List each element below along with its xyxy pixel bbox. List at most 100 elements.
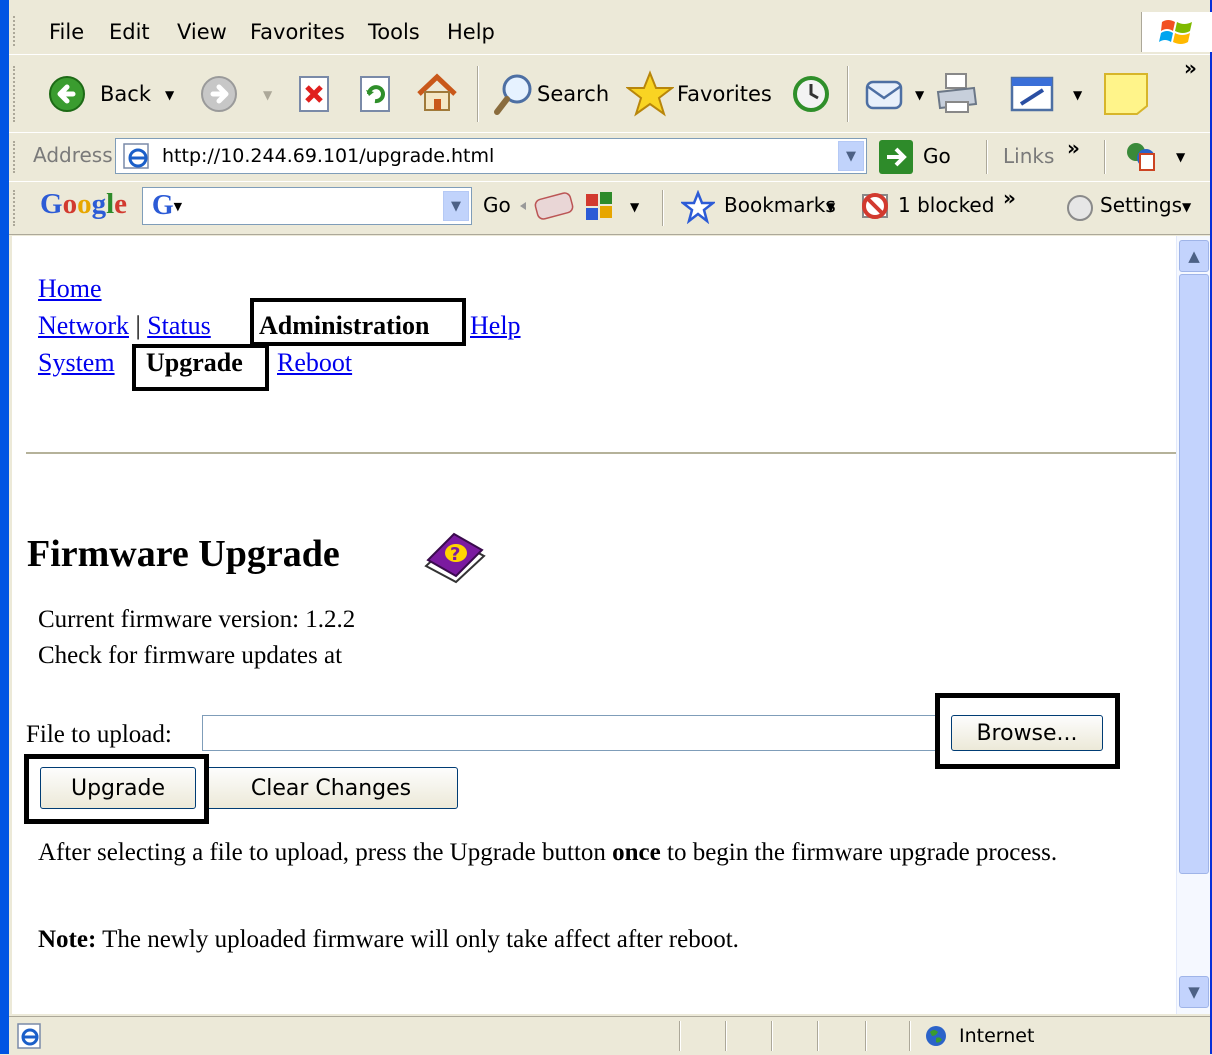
nav-link-system[interactable]: System [38, 348, 115, 378]
search-icon[interactable] [493, 72, 537, 116]
links-overflow-chevron[interactable]: » [1067, 136, 1080, 160]
nav-link-help[interactable]: Help [470, 311, 521, 341]
bookmarks-dropdown-icon[interactable]: ▼ [826, 200, 835, 214]
google-go-label[interactable]: Go [483, 193, 511, 217]
svg-text:?: ? [450, 544, 460, 565]
windows-logo-icon [1141, 12, 1212, 52]
status-pane [725, 1021, 727, 1051]
help-book-icon[interactable]: ? [422, 526, 488, 584]
google-news-icon[interactable] [580, 188, 620, 224]
clear-changes-button[interactable]: Clear Changes [204, 767, 458, 809]
edit-icon[interactable] [1009, 74, 1059, 114]
back-dropdown-icon[interactable]: ▼ [165, 88, 174, 102]
page-content: Home Network | Status Administration Hel… [12, 236, 1176, 1014]
vertical-scrollbar[interactable]: ▲ ▼ [1176, 236, 1210, 1014]
security-zone-label: Internet [959, 1025, 1035, 1047]
toolbar-grip[interactable] [13, 190, 18, 226]
history-icon[interactable] [789, 74, 831, 114]
search-button-label[interactable]: Search [537, 82, 609, 106]
google-history-dropdown-icon[interactable]: ▼ [443, 191, 469, 221]
menu-tools[interactable]: Tools [368, 20, 420, 44]
status-pane [679, 1021, 681, 1051]
mail-icon[interactable] [864, 74, 910, 114]
blocked-count-label[interactable]: 1 blocked [898, 193, 994, 217]
main-nav: Network | Status [38, 311, 237, 341]
toolbar-separator [1104, 140, 1106, 174]
menu-favorites[interactable]: Favorites [250, 20, 345, 44]
ie-page-status-icon [15, 1021, 45, 1051]
address-field[interactable]: http://10.244.69.101/upgrade.html ▼ [115, 138, 867, 174]
menu-help[interactable]: Help [447, 20, 495, 44]
highlight-box-browse [935, 693, 1120, 769]
back-arrow-icon[interactable] [47, 74, 87, 114]
address-url-text[interactable]: http://10.244.69.101/upgrade.html [162, 145, 494, 167]
links-label[interactable]: Links [1003, 144, 1054, 168]
google-overflow-chevron[interactable]: » [1003, 186, 1016, 210]
toolbar-grip[interactable] [13, 66, 18, 122]
toolbar-grip[interactable] [13, 141, 18, 173]
back-button-label[interactable]: Back [100, 82, 151, 106]
menu-bar: File Edit View Favorites Tools Help [9, 8, 1212, 55]
forward-dropdown-icon[interactable]: ▼ [263, 88, 272, 102]
google-options-dropdown-icon[interactable]: ▼ [630, 200, 639, 214]
mail-dropdown-icon[interactable]: ▼ [915, 88, 924, 102]
menu-file[interactable]: File [49, 20, 84, 44]
stop-icon[interactable] [296, 75, 332, 113]
menu-edit[interactable]: Edit [109, 20, 150, 44]
go-button-label[interactable]: Go [923, 144, 951, 168]
status-pane [771, 1021, 773, 1051]
forward-arrow-icon[interactable] [199, 74, 239, 114]
scroll-up-arrow-icon[interactable]: ▲ [1179, 240, 1209, 272]
nav-link-status[interactable]: Status [147, 311, 211, 340]
favorites-button-label[interactable]: Favorites [677, 82, 772, 106]
file-upload-input[interactable] [202, 715, 938, 751]
page-title: Firmware Upgrade [27, 533, 340, 575]
bookmarks-label[interactable]: Bookmarks [724, 193, 836, 217]
bookmarks-star-icon[interactable] [680, 190, 716, 224]
window-frame-left [0, 0, 9, 1054]
nav-separator: | [135, 311, 141, 340]
nav-link-network[interactable]: Network [38, 311, 129, 340]
settings-label[interactable]: Settings [1100, 193, 1182, 217]
toolbar-separator [847, 66, 849, 122]
note-icon[interactable] [1103, 72, 1149, 116]
settings-dropdown-icon[interactable]: ▼ [1182, 200, 1191, 214]
go-arrow-icon[interactable] [879, 140, 913, 174]
highlight-box-upgrade-button [24, 754, 209, 824]
scrollbar-thumb[interactable] [1179, 274, 1209, 874]
settings-circle-icon[interactable] [1064, 192, 1096, 224]
toolbar-overflow-chevron[interactable]: » [1184, 56, 1197, 80]
nav-link-reboot[interactable]: Reboot [277, 348, 352, 378]
file-upload-label: File to upload: [26, 721, 172, 748]
print-icon[interactable] [934, 70, 980, 116]
home-icon[interactable] [415, 72, 459, 114]
status-pane [865, 1021, 867, 1051]
pagerank-icon[interactable] [516, 190, 578, 222]
google-logo: Google [40, 188, 127, 220]
toolbar-separator [477, 66, 479, 122]
horizontal-rule [26, 452, 1176, 454]
scroll-down-arrow-icon[interactable]: ▼ [1179, 976, 1209, 1008]
status-pane [909, 1021, 911, 1051]
nav-link-home[interactable]: Home [38, 274, 102, 303]
menu-view[interactable]: View [177, 20, 227, 44]
standard-toolbar: Back ▼ ▼ Search Favorites ▼ ▼ » [9, 56, 1210, 133]
refresh-icon[interactable] [357, 75, 393, 113]
status-pane [817, 1021, 819, 1051]
internet-globe-icon [923, 1023, 949, 1049]
messenger-dropdown-icon[interactable]: ▼ [1176, 150, 1185, 164]
favorites-star-icon[interactable] [626, 70, 674, 118]
edit-dropdown-icon[interactable]: ▼ [1073, 88, 1082, 102]
messenger-icon[interactable] [1122, 138, 1162, 174]
toolbar-separator [986, 140, 988, 174]
upgrade-note: Note: The newly uploaded firmware will o… [38, 926, 739, 953]
popup-blocker-icon[interactable] [858, 190, 894, 224]
google-search-input[interactable]: G ▼ ▼ [142, 187, 472, 225]
toolbar-separator [662, 190, 664, 226]
highlight-box-administration [250, 298, 466, 346]
toolbar-grip[interactable] [13, 16, 18, 46]
current-firmware-version: Current firmware version: 1.2.2 [38, 606, 356, 633]
address-dropdown-icon[interactable]: ▼ [838, 141, 864, 171]
google-g-icon[interactable]: G ▼ [147, 190, 187, 221]
upgrade-instructions: After selecting a file to upload, press … [38, 839, 1058, 866]
